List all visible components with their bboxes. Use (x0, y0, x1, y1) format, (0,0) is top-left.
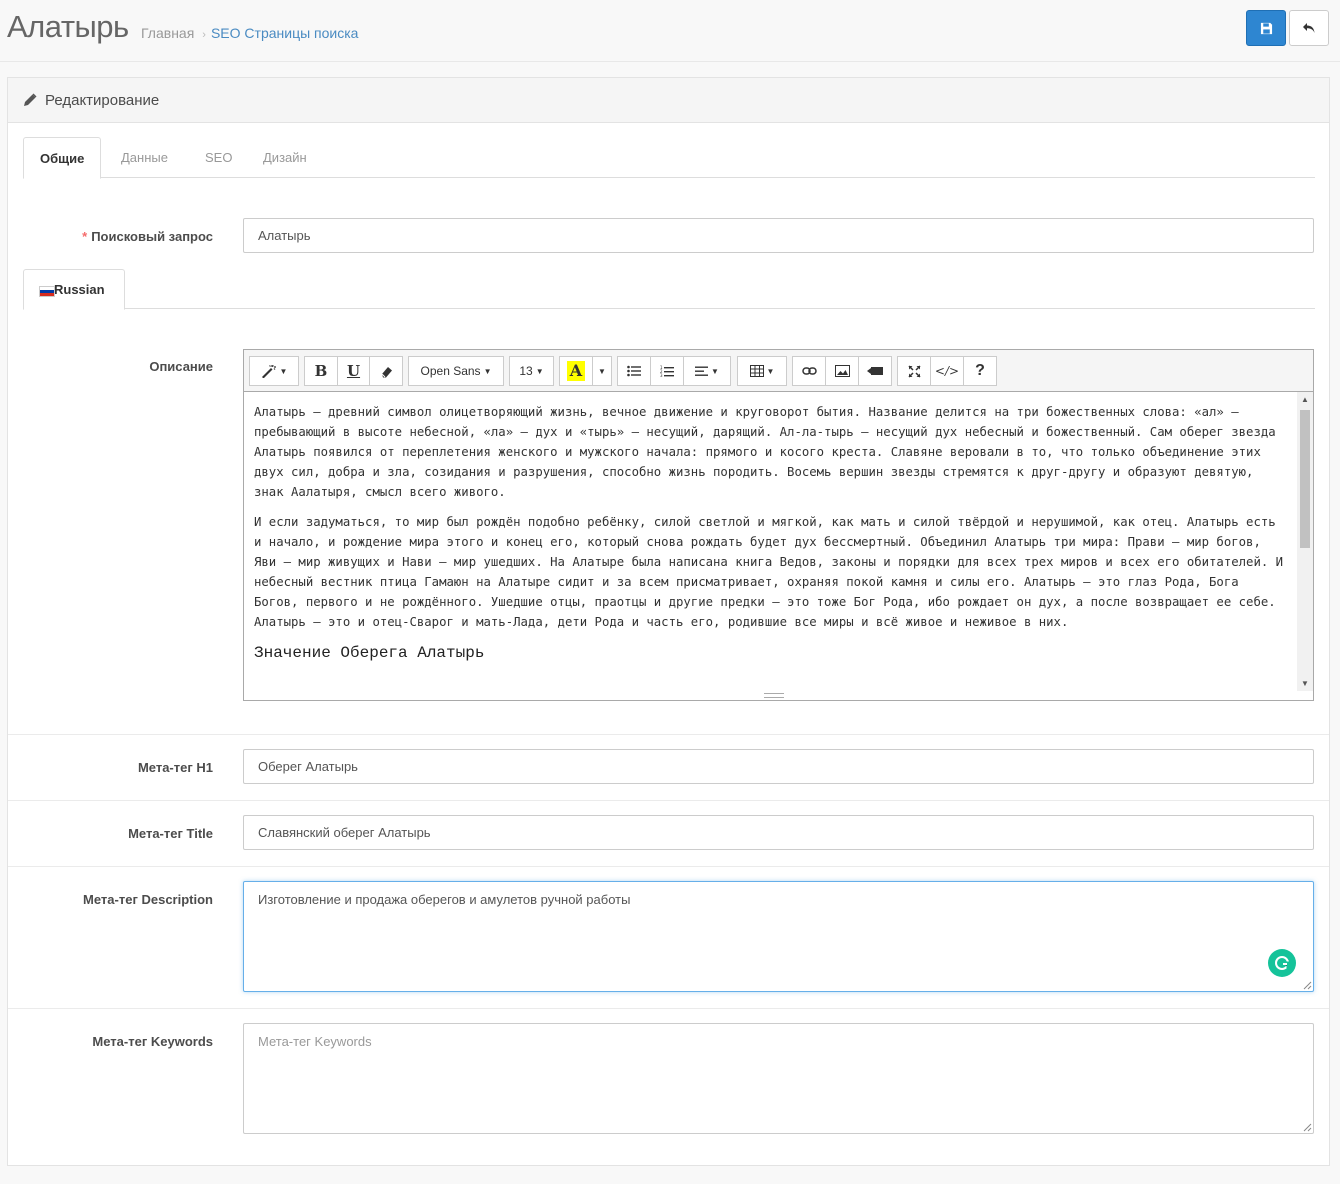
breadcrumb-separator-icon: › (202, 29, 206, 41)
search-query-input[interactable]: Алатырь (243, 218, 1314, 253)
caret-down-icon: ▼ (483, 366, 492, 376)
meta-description-value: Изготовление и продажа оберегов и амулет… (258, 892, 631, 907)
meta-h1-input[interactable]: Оберег Алатырь (243, 749, 1314, 784)
caret-down-icon: ▼ (279, 366, 288, 376)
panel-title: Редактирование (45, 92, 160, 109)
floppy-disk-icon (1260, 22, 1272, 34)
description-label: Описание (149, 359, 213, 374)
caret-down-icon: ▼ (535, 366, 544, 376)
help-button[interactable]: ? (963, 356, 997, 386)
editor-paragraph: И если задуматься, то мир был рождён под… (254, 515, 1284, 629)
bold-icon: B (314, 362, 328, 380)
code-view-button[interactable]: </> (930, 356, 964, 386)
bold-button[interactable]: B (304, 356, 338, 386)
tab-general[interactable]: Общие (23, 137, 102, 179)
breadcrumb-home[interactable]: Главная (141, 25, 194, 41)
language-tabs: Russian (23, 269, 1315, 310)
eraser-icon (381, 366, 392, 377)
ordered-list-icon: 123 (660, 365, 674, 378)
divider (8, 734, 1329, 735)
save-button[interactable] (1246, 10, 1286, 46)
fullscreen-icon (907, 364, 921, 378)
page-header: Алатырь Главная › SEO Страницы поиска (0, 0, 1340, 62)
unordered-list-icon (627, 365, 641, 377)
scroll-down-icon[interactable]: ▼ (1301, 679, 1309, 688)
meta-title-label: Мета-тег Title (128, 826, 213, 841)
code-view-icon: </> (934, 364, 960, 378)
required-marker: * (82, 229, 88, 244)
font-size-value: 13 (519, 364, 533, 378)
tab-data[interactable]: Данные (105, 137, 184, 178)
back-button[interactable] (1289, 10, 1329, 46)
pencil-icon (24, 93, 37, 106)
font-family-dropdown[interactable]: Open Sans ▼ (408, 356, 504, 386)
font-size-dropdown[interactable]: 13 ▼ (509, 356, 554, 386)
paragraph-align-button[interactable]: ▼ (683, 356, 731, 386)
grammarly-icon[interactable] (1268, 949, 1296, 977)
page-title: Алатырь (7, 9, 129, 44)
breadcrumb-seo-pages[interactable]: SEO Страницы поиска (211, 25, 358, 41)
insert-picture-button[interactable] (825, 356, 859, 386)
ordered-list-button[interactable]: 123 (650, 356, 684, 386)
fullscreen-button[interactable] (897, 356, 931, 386)
video-icon (867, 367, 883, 375)
meta-keywords-label: Мета-тег Keywords (92, 1034, 213, 1049)
underline-icon: U (346, 362, 361, 380)
text-color-button[interactable]: A (559, 356, 593, 386)
resize-grip-icon[interactable] (1303, 1123, 1312, 1132)
meta-h1-label: Мета-тег H1 (137, 760, 213, 775)
russia-flag-icon (39, 286, 55, 297)
breadcrumb: Главная › SEO Страницы поиска (141, 25, 358, 41)
align-left-icon (695, 366, 709, 376)
scroll-up-icon[interactable]: ▲ (1301, 395, 1309, 404)
svg-text:3: 3 (660, 373, 663, 378)
clear-format-button[interactable] (369, 356, 403, 386)
divider (8, 866, 1329, 867)
magic-wand-icon (261, 365, 276, 378)
font-family-value: Open Sans (420, 364, 481, 378)
text-color-icon: A (566, 361, 586, 381)
picture-icon (834, 365, 850, 377)
style-button[interactable]: ▼ (249, 356, 299, 386)
caret-down-icon: ▼ (598, 366, 606, 376)
caret-down-icon: ▼ (711, 366, 719, 376)
divider (8, 1008, 1329, 1009)
meta-description-label: Мета-тег Description (83, 892, 213, 907)
insert-video-button[interactable] (858, 356, 892, 386)
unordered-list-button[interactable] (617, 356, 651, 386)
tab-seo[interactable]: SEO (189, 137, 248, 178)
reply-icon (1303, 23, 1315, 33)
meta-keywords-textarea[interactable]: Мета-тег Keywords (243, 1023, 1314, 1134)
link-icon (801, 367, 817, 375)
description-editor: ▼ B U Open Sans ▼ 13 ▼ A ▼ 123 ▼ ▼ </> ?… (243, 349, 1314, 701)
main-tabs: Общие Данные SEO Дизайн (23, 137, 1315, 179)
resize-grip-icon[interactable] (764, 693, 784, 698)
meta-keywords-placeholder: Мета-тег Keywords (258, 1034, 372, 1049)
help-icon: ? (975, 362, 985, 379)
insert-link-button[interactable] (792, 356, 826, 386)
table-button[interactable]: ▼ (737, 356, 787, 386)
underline-button[interactable]: U (337, 356, 370, 386)
panel-heading: Редактирование (8, 78, 1329, 123)
caret-down-icon: ▼ (766, 366, 775, 376)
meta-title-input[interactable]: Славянский оберег Алатырь (243, 815, 1314, 850)
scrollbar-thumb[interactable] (1300, 410, 1310, 548)
text-color-dropdown[interactable]: ▼ (592, 356, 612, 386)
tab-design[interactable]: Дизайн (247, 137, 323, 178)
editor-scrollbar[interactable]: ▲ ▼ (1297, 392, 1313, 691)
language-tab-label: Russian (54, 282, 105, 297)
divider (8, 800, 1329, 801)
table-icon (749, 365, 764, 377)
search-query-label-text: Поисковый запрос (91, 229, 213, 244)
editor-resize-bar[interactable] (244, 691, 1297, 701)
meta-description-textarea[interactable]: Изготовление и продажа оберегов и амулет… (243, 881, 1314, 992)
tab-language-russian[interactable]: Russian (23, 269, 125, 310)
editor-toolbar: ▼ B U Open Sans ▼ 13 ▼ A ▼ 123 ▼ ▼ </> ? (244, 350, 1313, 392)
resize-grip-icon[interactable] (1303, 981, 1312, 990)
search-query-label: * Поисковый запрос (8, 229, 213, 244)
edit-panel: Редактирование Общие Данные SEO Дизайн *… (7, 77, 1330, 1166)
editor-heading: Значение Оберега Алатырь (254, 644, 485, 662)
editor-content[interactable]: Алатырь – древний символ олицетворяющий … (244, 392, 1297, 691)
editor-paragraph: Алатырь – древний символ олицетворяющий … (254, 405, 1276, 499)
